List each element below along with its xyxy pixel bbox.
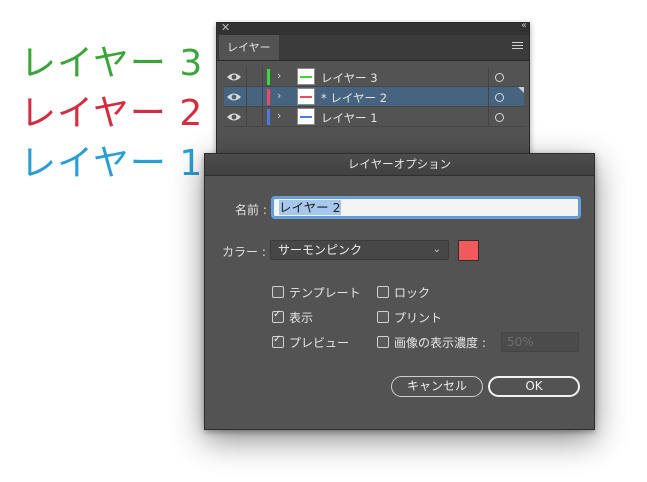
template-checkbox[interactable]: テンプレート (272, 284, 361, 301)
name-input-value: レイヤー 2 (279, 200, 341, 215)
print-checkbox[interactable]: プリント (377, 309, 442, 326)
show-checkbox[interactable]: 表示 (272, 309, 313, 326)
template-label: テンプレート (289, 286, 361, 300)
chevron-down-icon: ⌄ (432, 244, 441, 255)
color-select[interactable]: サーモンピンク ⌄ (270, 240, 449, 260)
chevron-right-icon[interactable]: › (277, 109, 281, 122)
layer-thumbnail (297, 108, 315, 125)
tab-layers[interactable]: レイヤー (219, 35, 279, 60)
checkbox-checked-icon[interactable] (272, 309, 284, 323)
layer-color-bar (267, 89, 270, 105)
layers-panel: ✕ ‹‹ レイヤー › レイヤー 3 › * レイヤー 2 › レイヤー 1 (216, 20, 530, 162)
layer-name[interactable]: レイヤー 3 (321, 70, 378, 86)
checkbox-icon[interactable] (377, 286, 389, 298)
canvas-label-layer-3: レイヤー 3 (20, 43, 204, 84)
preview-label: プレビュー (289, 336, 350, 350)
show-label: 表示 (289, 311, 314, 325)
name-label: 名前 : (235, 203, 267, 217)
print-label: プリント (394, 311, 443, 325)
panel-titlebar: ✕ ‹‹ (217, 20, 529, 35)
chevron-right-icon[interactable]: › (277, 89, 281, 102)
ok-button[interactable]: OK (488, 376, 580, 397)
checkbox-icon[interactable] (272, 286, 284, 298)
layer-thumbnail (297, 68, 315, 85)
checkbox-icon[interactable] (377, 311, 389, 323)
dialog-title: レイヤーオプション (205, 154, 594, 176)
layer-options-dialog: レイヤーオプション 名前 : レイヤー 2 カラー : サーモンピンク ⌄ テン… (204, 153, 595, 430)
name-input[interactable]: レイヤー 2 (273, 198, 579, 217)
lock-checkbox[interactable]: ロック (377, 284, 430, 301)
color-label: カラー : (222, 245, 266, 259)
checkbox-checked-icon[interactable] (272, 334, 284, 348)
layer-row-2[interactable]: › * レイヤー 2 (224, 87, 524, 107)
preview-checkbox[interactable]: プレビュー (272, 334, 349, 351)
layer-name[interactable]: * レイヤー 2 (321, 90, 387, 106)
color-swatch[interactable] (458, 240, 479, 261)
chevron-right-icon[interactable]: › (277, 69, 281, 82)
canvas-label-layer-2: レイヤー 2 (20, 93, 204, 134)
close-icon[interactable]: ✕ (221, 21, 230, 34)
canvas-label-layer-1: レイヤー 1 (20, 143, 204, 184)
lock-label: ロック (394, 286, 431, 300)
dim-percent-input[interactable]: 50% (501, 332, 579, 352)
selection-corner-icon (518, 87, 524, 93)
layer-row-1[interactable]: › レイヤー 1 (224, 107, 524, 127)
eye-icon[interactable] (226, 91, 242, 103)
dim-images-checkbox[interactable]: 画像の表示濃度 : (377, 334, 486, 351)
target-icon[interactable] (495, 73, 504, 82)
dim-images-label: 画像の表示濃度 : (394, 336, 486, 350)
layer-color-bar (267, 69, 270, 85)
cancel-button[interactable]: キャンセル (391, 376, 483, 397)
layer-thumbnail (297, 88, 315, 105)
checkbox-icon[interactable] (377, 336, 389, 348)
layer-row-3[interactable]: › レイヤー 3 (224, 67, 524, 87)
panel-tabbar: レイヤー (217, 35, 529, 61)
eye-icon[interactable] (226, 111, 242, 123)
layer-color-bar (267, 109, 270, 125)
target-icon[interactable] (495, 93, 504, 102)
color-select-value: サーモンピンク (278, 243, 363, 257)
panel-menu-icon[interactable] (512, 42, 523, 51)
target-icon[interactable] (495, 113, 504, 122)
eye-icon[interactable] (226, 71, 242, 83)
collapse-icon[interactable]: ‹‹ (521, 20, 527, 31)
layer-name[interactable]: レイヤー 1 (321, 110, 378, 126)
